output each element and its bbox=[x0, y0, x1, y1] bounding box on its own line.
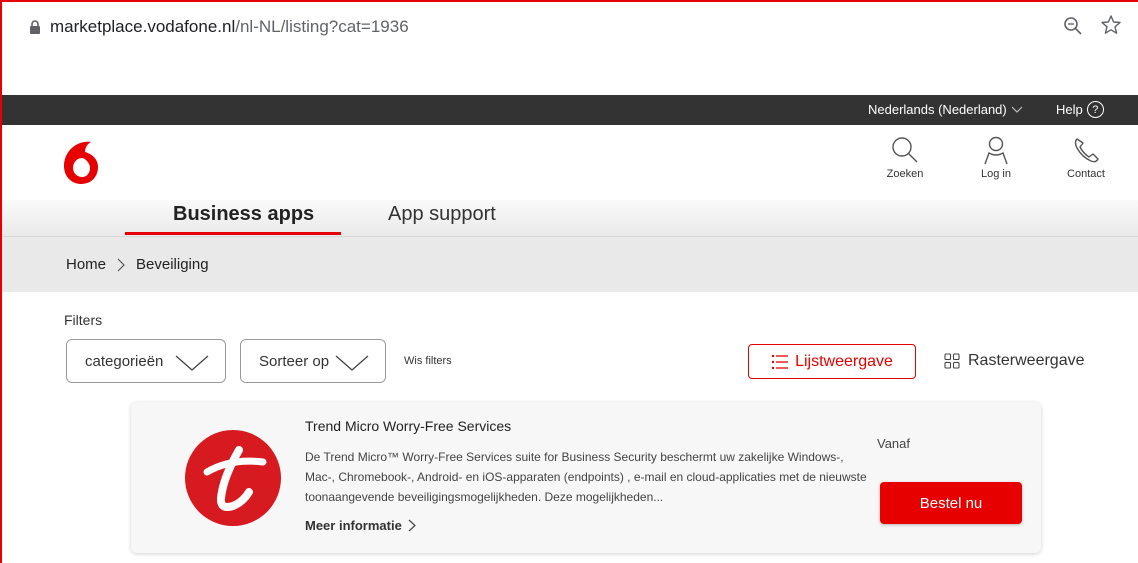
help-link[interactable]: Help ? bbox=[1056, 101, 1104, 118]
phone-icon bbox=[1074, 138, 1099, 163]
sort-dropdown-label: Sorteer op bbox=[259, 352, 330, 370]
tab-app-support[interactable]: App support bbox=[388, 203, 496, 226]
grid-icon bbox=[944, 353, 960, 369]
more-info-label: Meer informatie bbox=[305, 518, 402, 533]
product-description: De Trend Micro™ Worry-Free Services suit… bbox=[305, 450, 867, 504]
breadcrumb: Home Beveiliging bbox=[66, 256, 209, 273]
vodafone-logo[interactable] bbox=[54, 136, 108, 190]
url-path: /nl-NL/listing?cat=1936 bbox=[235, 17, 409, 36]
clear-filters-link[interactable]: Wis filters bbox=[404, 355, 452, 367]
login-label: Log in bbox=[981, 168, 1011, 180]
language-label: Nederlands (Nederland) bbox=[868, 102, 1007, 117]
url-host: marketplace.vodafone.nl bbox=[50, 17, 236, 36]
filters-heading: Filters bbox=[64, 312, 103, 328]
header-contact[interactable]: Contact bbox=[1056, 135, 1116, 180]
tab-business-apps[interactable]: Business apps bbox=[173, 203, 314, 226]
help-label: Help bbox=[1056, 102, 1083, 117]
sort-dropdown[interactable]: Sorteer op bbox=[240, 339, 386, 383]
url-text[interactable]: marketplace.vodafone.nl/nl-NL/listing?ca… bbox=[50, 17, 409, 37]
list-icon bbox=[771, 354, 789, 369]
header-login[interactable]: Log in bbox=[966, 135, 1026, 180]
product-title[interactable]: Trend Micro Worry-Free Services bbox=[305, 418, 511, 434]
trend-micro-logo bbox=[185, 430, 281, 526]
contact-label: Contact bbox=[1067, 168, 1105, 180]
site-header: Zoeken Log in Contact bbox=[2, 125, 1138, 200]
chevron-down-icon bbox=[1011, 106, 1023, 113]
breadcrumb-home[interactable]: Home bbox=[66, 256, 106, 273]
tab-divider bbox=[2, 236, 1138, 237]
search-icon bbox=[892, 137, 918, 163]
chevron-down-icon bbox=[175, 355, 209, 371]
browser-address-bar[interactable]: marketplace.vodafone.nl/nl-NL/listing?ca… bbox=[2, 2, 1138, 48]
order-now-button[interactable]: Bestel nu bbox=[880, 482, 1022, 524]
header-search[interactable]: Zoeken bbox=[875, 135, 935, 180]
list-view-button[interactable]: Lijstweergave bbox=[748, 344, 916, 379]
more-info-link[interactable]: Meer informatie bbox=[305, 518, 416, 533]
utility-bar: Nederlands (Nederland) Help ? bbox=[2, 95, 1138, 125]
breadcrumb-current: Beveiliging bbox=[136, 256, 209, 273]
user-icon bbox=[984, 136, 1008, 165]
product-card: Trend Micro Worry-Free Services De Trend… bbox=[131, 402, 1041, 553]
grid-view-button[interactable]: Rasterweergave bbox=[944, 352, 1085, 370]
category-dropdown-label: categorieën bbox=[85, 352, 164, 370]
search-label: Zoeken bbox=[886, 168, 924, 180]
category-dropdown[interactable]: categorieën bbox=[66, 339, 226, 383]
chevron-right-icon bbox=[408, 519, 416, 532]
lock-icon bbox=[30, 20, 40, 34]
grid-view-label: Rasterweergave bbox=[968, 352, 1085, 369]
zoom-out-icon[interactable] bbox=[1062, 15, 1084, 37]
bookmark-star-icon[interactable] bbox=[1100, 14, 1122, 36]
active-tab-indicator bbox=[125, 232, 341, 235]
chevron-right-icon bbox=[117, 258, 125, 271]
navigation-area: Business apps App support Home Beveiligi… bbox=[2, 200, 1138, 292]
language-selector[interactable]: Nederlands (Nederland) bbox=[868, 102, 1023, 117]
chevron-down-icon bbox=[335, 355, 369, 371]
help-icon: ? bbox=[1086, 101, 1104, 118]
list-view-label: Lijstweergave bbox=[795, 352, 893, 370]
price-prefix: Vanaf bbox=[877, 436, 911, 451]
